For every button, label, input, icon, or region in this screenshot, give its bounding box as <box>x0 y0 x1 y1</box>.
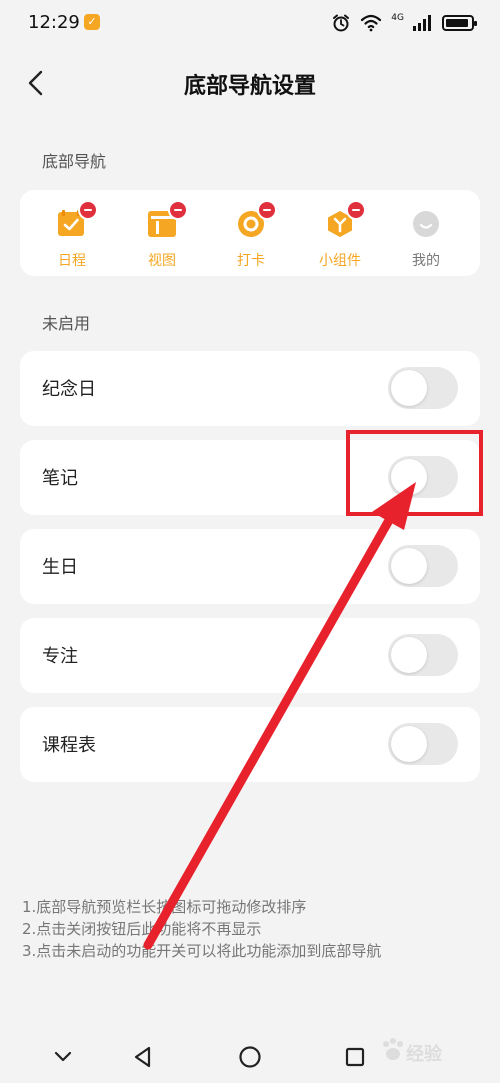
nav-item-view[interactable]: 视图 <box>127 200 197 270</box>
nav-item-profile[interactable]: 我的 <box>391 210 461 270</box>
watermark-text: 经验 <box>406 1044 442 1065</box>
feature-row-timetable: 课程表 <box>20 707 480 782</box>
bottom-nav-preview: 日程 视图 打卡 小组件 我的 <box>20 190 480 276</box>
remove-nav-item-button[interactable] <box>168 200 188 220</box>
feature-label: 专注 <box>42 646 78 667</box>
remove-nav-item-button[interactable] <box>78 200 98 220</box>
feature-row-anniversary: 纪念日 <box>20 351 480 426</box>
wifi-icon <box>361 14 382 32</box>
feature-toggle[interactable] <box>388 367 458 409</box>
toggle-knob <box>391 726 427 762</box>
feature-label: 课程表 <box>42 735 96 756</box>
recents-square-icon[interactable] <box>340 1042 370 1072</box>
checkin-icon <box>237 200 277 238</box>
home-circle-icon[interactable] <box>235 1042 265 1072</box>
status-bar: 12:29 ✓ 4G <box>0 0 500 50</box>
chevron-down-icon[interactable] <box>48 1042 78 1072</box>
nav-item-label: 我的 <box>412 253 440 269</box>
annotation-highlight-box <box>346 430 483 516</box>
widget-icon <box>326 200 366 238</box>
toggle-knob <box>391 370 427 406</box>
status-icons: 4G <box>331 12 477 34</box>
tip-line: 2.点击关闭按钮后此功能将不再显示 <box>22 920 262 938</box>
feature-toggle[interactable] <box>388 545 458 587</box>
nav-item-checkin[interactable]: 打卡 <box>216 200 286 270</box>
section-label-bottom-nav: 底部导航 <box>42 152 107 171</box>
feature-label: 笔记 <box>42 468 78 489</box>
feature-toggle[interactable] <box>388 634 458 676</box>
tip-line: 1.底部导航预览栏长按图标可拖动修改排序 <box>22 898 307 916</box>
remove-nav-item-button[interactable] <box>257 200 277 220</box>
view-icon <box>148 200 188 238</box>
baidu-paw-icon <box>383 1038 403 1060</box>
feature-toggle[interactable] <box>388 723 458 765</box>
section-label-disabled: 未启用 <box>42 314 91 333</box>
nav-item-widget[interactable]: 小组件 <box>305 200 375 270</box>
watermark: 经验 <box>380 1030 480 1070</box>
nav-item-label: 小组件 <box>319 253 361 269</box>
nav-item-schedule[interactable]: 日程 <box>37 200 107 270</box>
battery-icon <box>442 15 477 31</box>
feature-row-focus: 专注 <box>20 618 480 693</box>
schedule-icon <box>58 200 98 238</box>
alarm-icon <box>333 14 350 32</box>
status-time: 12:29 <box>28 12 80 33</box>
nav-item-label: 视图 <box>148 253 176 269</box>
signal-icon <box>413 15 431 31</box>
nav-item-label: 日程 <box>58 253 86 269</box>
back-triangle-icon[interactable] <box>128 1042 158 1072</box>
remove-nav-item-button[interactable] <box>346 200 366 220</box>
header: 底部导航设置 <box>0 50 500 116</box>
page-title: 底部导航设置 <box>183 74 316 99</box>
check-icon: ✓ <box>84 14 100 30</box>
nav-item-label: 打卡 <box>237 253 265 269</box>
network-type-label: 4G <box>391 13 404 23</box>
feature-row-birthday: 生日 <box>20 529 480 604</box>
tip-line: 3.点击未启动的功能开关可以将此功能添加到底部导航 <box>22 942 382 960</box>
toggle-knob <box>391 548 427 584</box>
toggle-knob <box>391 637 427 673</box>
feature-label: 生日 <box>42 557 78 578</box>
feature-label: 纪念日 <box>42 379 96 400</box>
profile-icon <box>412 210 440 238</box>
usage-tips: 1.底部导航预览栏长按图标可拖动修改排序 2.点击关闭按钮后此功能将不再显示 3… <box>22 896 482 962</box>
